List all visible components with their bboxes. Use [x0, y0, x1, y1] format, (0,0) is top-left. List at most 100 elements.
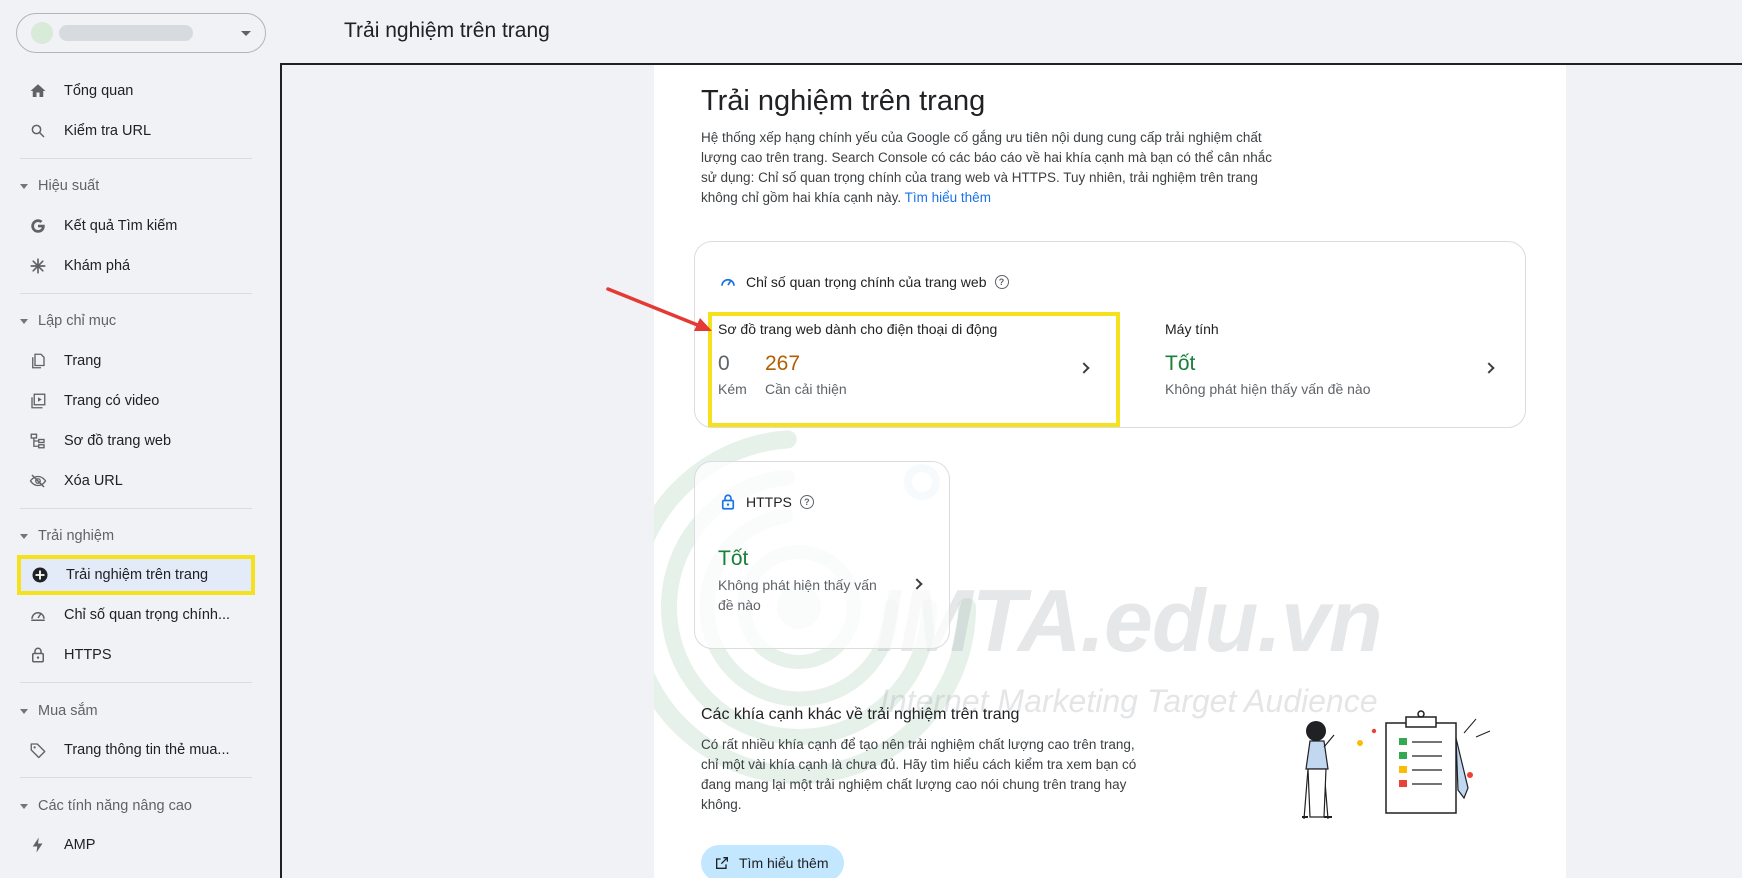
collapse-triangle-icon [20, 803, 28, 809]
sidebar-item-pages[interactable]: Trang [18, 343, 254, 379]
section-enhancements[interactable]: Các tính năng nâng cao [20, 794, 192, 818]
section-shopping[interactable]: Mua sắm [20, 699, 98, 723]
collapse-triangle-icon [20, 318, 28, 324]
description-line: chỉ một vài khía cạnh là chưa đủ. Hãy tì… [701, 757, 1137, 772]
sidebar-item-url-inspection[interactable]: Kiểm tra URL [18, 113, 254, 149]
sidebar-item-label: Trang có video [64, 393, 160, 409]
desktop-status: Tốt [1165, 352, 1196, 375]
desktop-summary[interactable]: Máy tính Tốt Không phát hiện thấy vấn đề… [1165, 316, 1505, 423]
sidebar-item-label: Trang [64, 353, 102, 369]
sidebar-item-page-experience[interactable]: Trải nghiệm trên trang [17, 555, 255, 595]
desktop-status-desc: Không phát hiện thấy vấn đề nào [1165, 381, 1371, 397]
https-status-desc: Không phát hiện thấy vấn [718, 577, 877, 593]
lightning-icon [28, 835, 48, 855]
divider [20, 158, 252, 159]
checklist-illustration [1302, 710, 1491, 820]
mobile-label: Sơ đồ trang web dành cho điện thoại di đ… [718, 321, 998, 337]
sidebar-item-merchant-listings[interactable]: Trang thông tin thẻ mua... [18, 732, 254, 768]
https-card-title: HTTPS ? [718, 492, 814, 512]
sidebar-item-label: Khám phá [64, 258, 131, 274]
section-performance[interactable]: Hiệu suất [20, 174, 99, 198]
chevron-right-icon [911, 578, 923, 590]
watermark-text: IMTA.edu.vn [876, 571, 1383, 670]
page-title: Trải nghiệm trên trang [701, 85, 986, 117]
page-header-title: Trải nghiệm trên trang [344, 19, 550, 42]
chevron-right-icon [1078, 362, 1090, 374]
report-content: IMTA.edu.vn Internet Marketing Target Au… [654, 65, 1566, 878]
tag-icon [28, 740, 48, 760]
speedometer-icon [28, 605, 48, 625]
divider [20, 682, 252, 683]
asterisk-icon [28, 256, 48, 276]
section-label: Trải nghiệm [38, 528, 115, 544]
video-page-icon [28, 391, 48, 411]
section-indexing[interactable]: Lập chỉ mục [20, 309, 116, 333]
sidebar: Tổng quan Kiểm tra URL Hiệu suất Kết quả… [0, 0, 280, 878]
sidebar-item-label: Trang thông tin thẻ mua... [64, 742, 230, 758]
sitemap-icon [28, 431, 48, 451]
sidebar-item-label: Tổng quan [64, 83, 134, 99]
lock-icon [718, 492, 738, 512]
chevron-right-icon [1483, 362, 1495, 374]
sidebar-item-overview[interactable]: Tổng quan [18, 73, 254, 109]
sidebar-item-video-pages[interactable]: Trang có video [18, 383, 254, 419]
open-in-new-icon [713, 854, 731, 872]
description-line: đang mang lại một trải nghiệm chất lượng… [701, 777, 1127, 792]
other-aspects-title: Các khía cạnh khác về trải nghiệm trên t… [701, 706, 1020, 723]
sidebar-item-label: HTTPS [64, 647, 112, 663]
chevron-down-icon[interactable] [241, 30, 251, 36]
sidebar-item-https[interactable]: HTTPS [18, 637, 254, 673]
https-card[interactable]: HTTPS ? Tốt Không phát hiện thấy vấn đề … [694, 461, 950, 649]
sidebar-item-amp[interactable]: AMP [18, 827, 254, 863]
page-experience-icon [30, 565, 50, 585]
help-icon[interactable]: ? [994, 275, 1009, 289]
learn-more-button-label: Tìm hiểu thêm [739, 855, 829, 871]
page-description: Hệ thống xếp hạng chính yếu của Google c… [701, 128, 1321, 208]
help-icon[interactable]: ? [799, 495, 814, 509]
description-line: Hệ thống xếp hạng chính yếu của Google c… [701, 130, 1262, 145]
divider [20, 508, 252, 509]
section-label: Hiệu suất [38, 178, 100, 194]
sidebar-item-core-web-vitals[interactable]: Chỉ số quan trọng chính... [18, 597, 254, 633]
sidebar-item-label: AMP [64, 837, 96, 853]
google-g-icon [28, 216, 48, 236]
core-web-vitals-card: Chỉ số quan trọng chính của trang web ? … [694, 241, 1526, 428]
sidebar-item-label: Trải nghiệm trên trang [66, 567, 209, 583]
sidebar-item-label: Xóa URL [64, 473, 123, 489]
learn-more-button[interactable]: Tìm hiểu thêm [701, 845, 845, 878]
section-label: Mua sắm [38, 703, 98, 719]
property-name-redacted [59, 25, 193, 41]
description-line: không chỉ gồm hai khía cạnh này. [701, 190, 902, 205]
sidebar-item-removals[interactable]: Xóa URL [18, 463, 254, 499]
divider [20, 293, 252, 294]
sidebar-item-discover[interactable]: Khám phá [18, 248, 254, 284]
poor-count: 0 [718, 352, 730, 375]
desktop-label: Máy tính [1165, 321, 1219, 337]
sidebar-item-search-results[interactable]: Kết quả Tìm kiếm [18, 208, 254, 244]
speedometer-icon [718, 272, 738, 292]
https-title-text: HTTPS [746, 494, 792, 510]
other-aspects-description: Có rất nhiều khía cạnh để tạo nên trải n… [701, 735, 1171, 815]
description-line: lượng cao trên trang. Search Console có … [701, 150, 1272, 165]
home-icon [28, 81, 48, 101]
search-icon [28, 121, 48, 141]
collapse-triangle-icon [20, 183, 28, 189]
https-status: Tốt [718, 547, 749, 570]
eye-off-icon [28, 471, 48, 491]
sidebar-item-sitemaps[interactable]: Sơ đồ trang web [18, 423, 254, 459]
mobile-summary[interactable]: Sơ đồ trang web dành cho điện thoại di đ… [712, 316, 1116, 423]
divider [20, 777, 252, 778]
cwv-card-title: Chỉ số quan trọng chính của trang web ? [718, 272, 1009, 292]
collapse-triangle-icon [20, 708, 28, 714]
learn-more-link[interactable]: Tìm hiểu thêm [905, 190, 991, 205]
sidebar-item-label: Chỉ số quan trọng chính... [64, 607, 231, 623]
section-experience[interactable]: Trải nghiệm [20, 524, 114, 548]
property-selector[interactable] [16, 13, 266, 53]
section-label: Lập chỉ mục [38, 313, 117, 329]
property-favicon [31, 22, 53, 44]
https-status-desc: đề nào [718, 597, 761, 613]
sidebar-item-label: Kết quả Tìm kiếm [64, 218, 178, 234]
sidebar-item-label: Kiểm tra URL [64, 123, 152, 139]
poor-label: Kém [718, 381, 747, 397]
lock-icon [28, 645, 48, 665]
